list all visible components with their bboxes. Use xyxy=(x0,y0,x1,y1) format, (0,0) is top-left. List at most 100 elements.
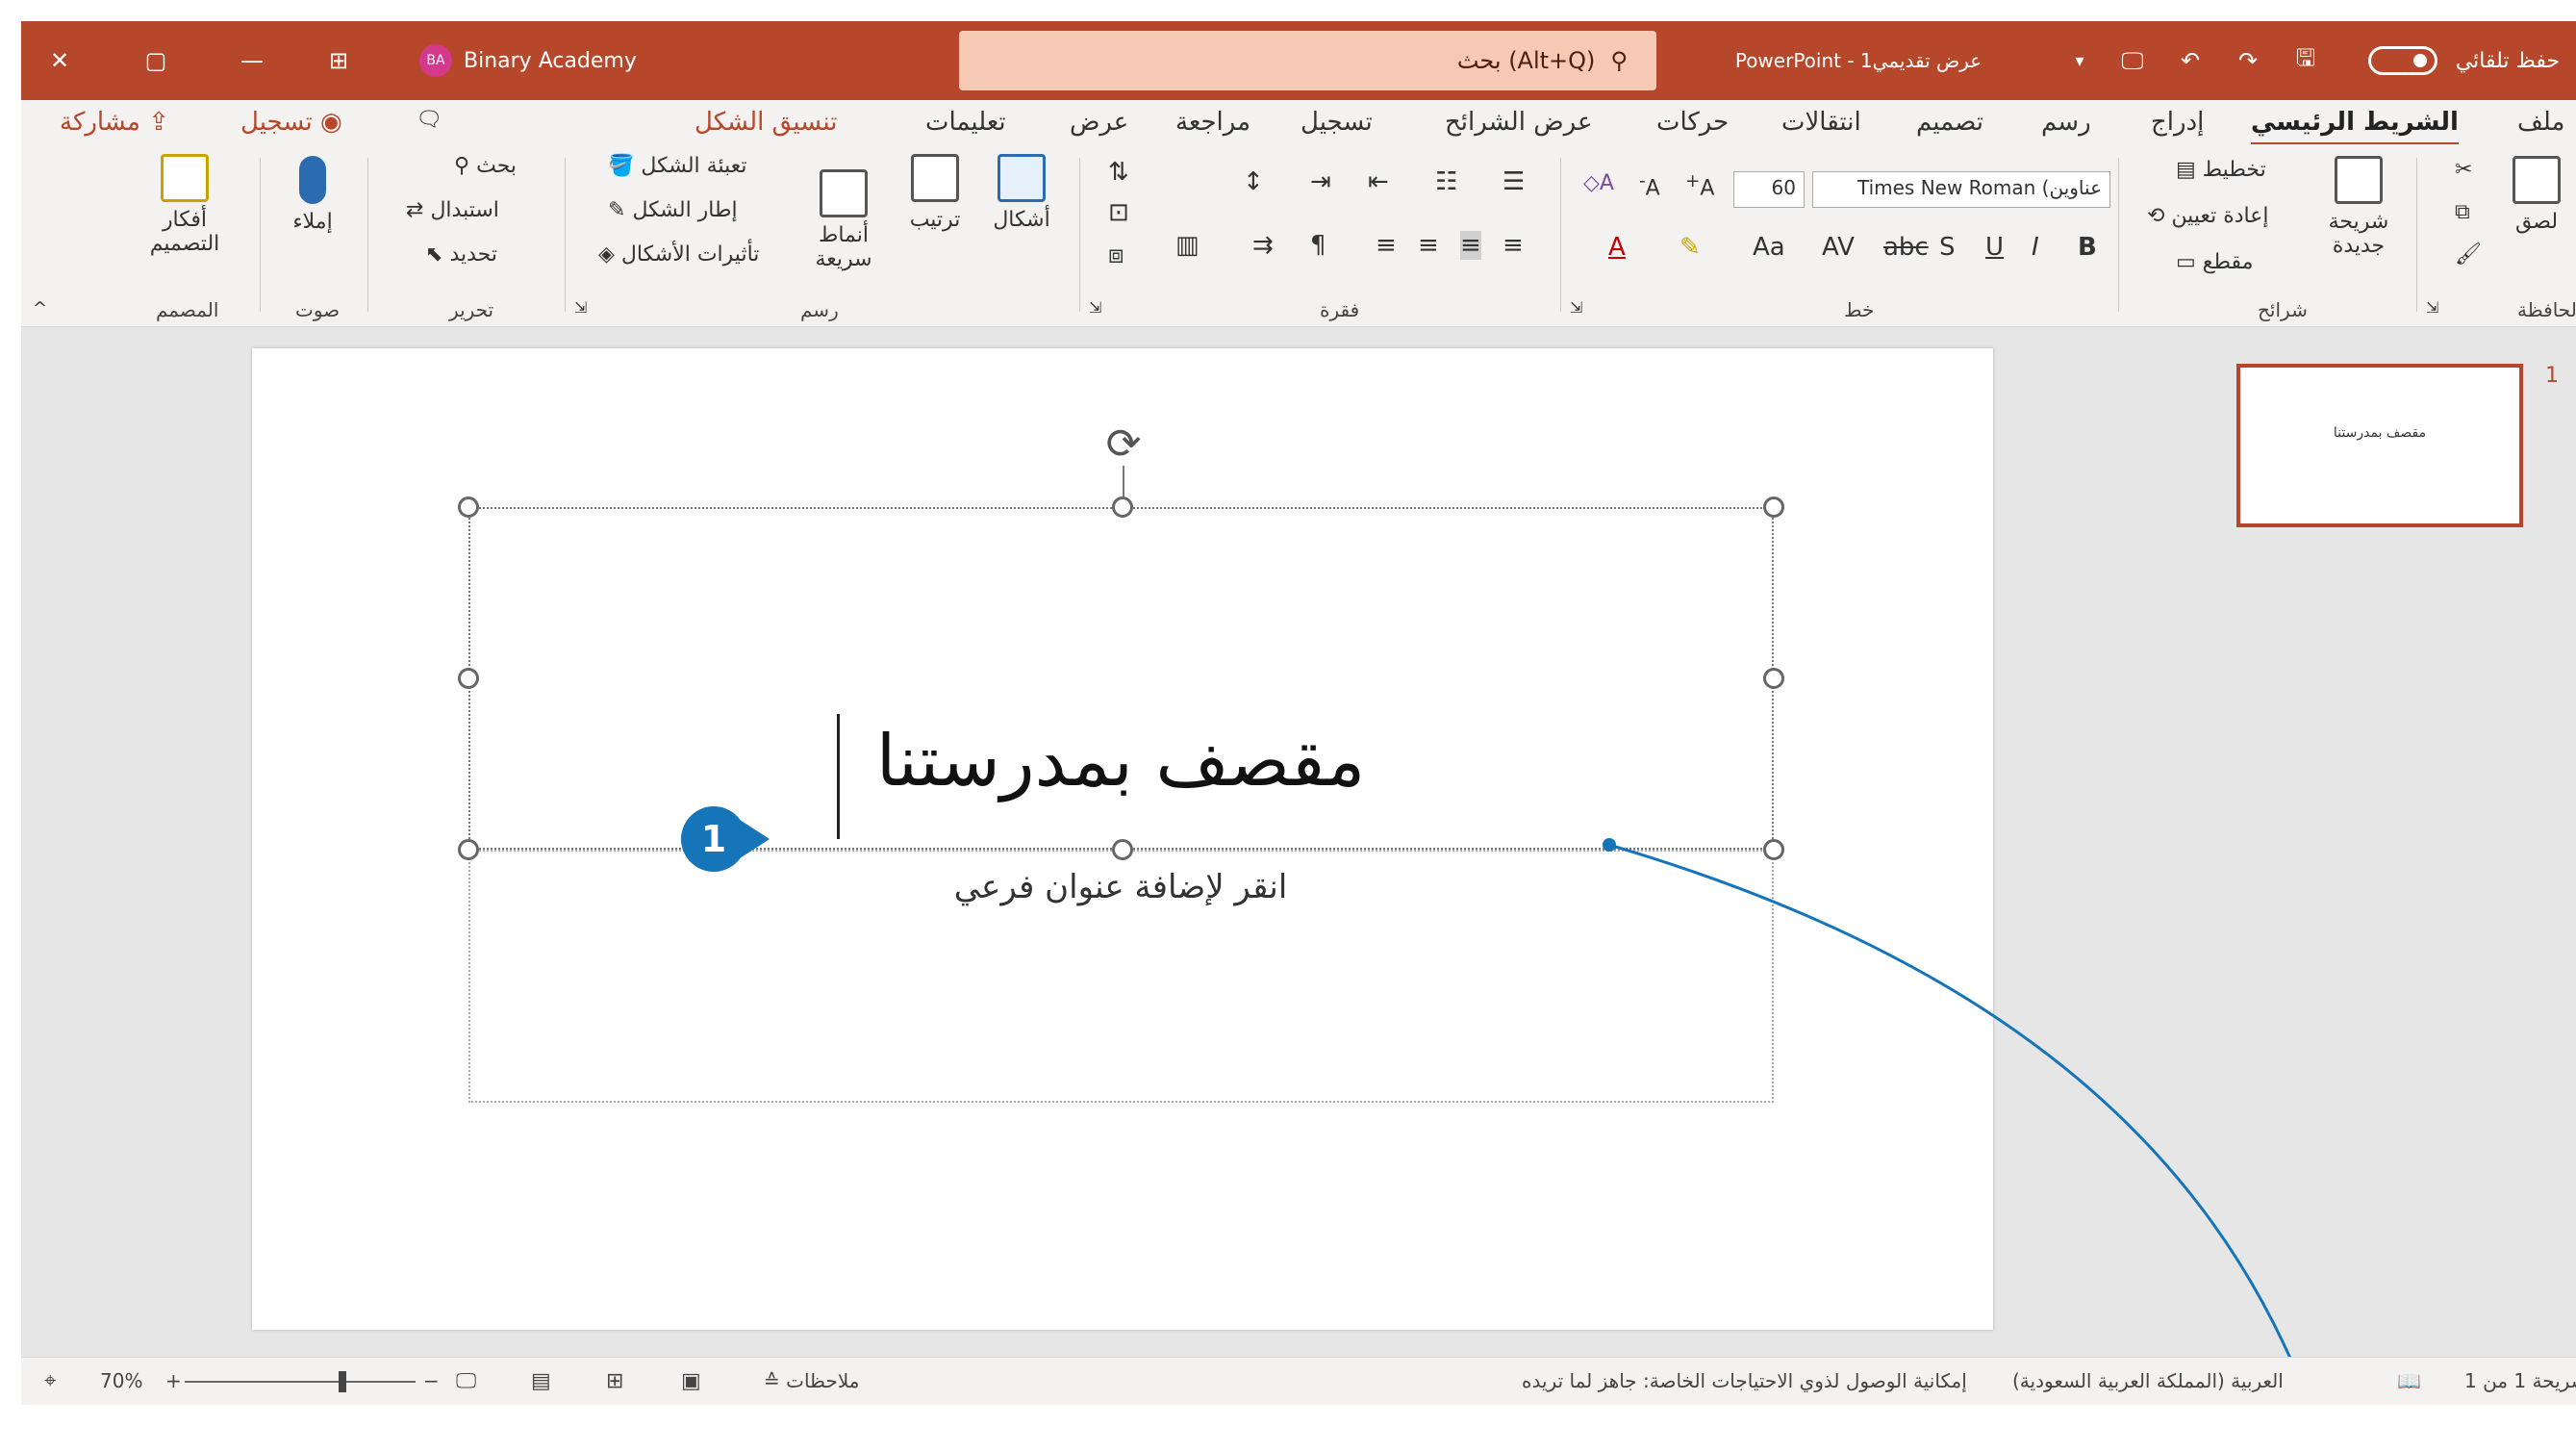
rotate-handle-icon[interactable]: ⟳ xyxy=(1102,423,1145,466)
resize-handle-top-left[interactable] xyxy=(458,497,479,518)
tab-slideshow[interactable]: عرض الشرائح xyxy=(1445,108,1593,146)
undo-icon[interactable]: ↶ xyxy=(2166,21,2214,100)
slide-subtitle-text[interactable]: انقر لإضافة عنوان فرعي xyxy=(481,868,1760,906)
zoom-out-icon[interactable]: − xyxy=(423,1369,440,1392)
notes-button[interactable]: ملاحظات ≙ xyxy=(764,1369,859,1392)
tab-view[interactable]: عرض xyxy=(1070,108,1128,146)
underline-button[interactable]: U xyxy=(1985,233,2004,262)
tab-review[interactable]: مراجعة xyxy=(1175,108,1250,146)
align-left-icon[interactable]: ≡ xyxy=(1418,231,1439,260)
strikethrough-icon[interactable]: abc xyxy=(1883,233,1929,262)
resize-handle-top[interactable] xyxy=(1112,497,1133,518)
slideshow-view-icon[interactable]: 🖵 xyxy=(456,1369,476,1393)
align-center-icon[interactable]: ≡ xyxy=(1460,231,1481,260)
tab-help[interactable]: تعليمات xyxy=(925,108,1006,146)
resize-handle-bottom[interactable] xyxy=(1112,839,1133,860)
zoom-level[interactable]: 70% xyxy=(100,1369,142,1392)
shrink-font-icon[interactable]: A- xyxy=(1639,171,1660,200)
align-text-icon[interactable]: ⊡ xyxy=(1108,198,1129,227)
save-icon[interactable]: 🖫 xyxy=(2282,21,2330,100)
increase-indent-icon[interactable]: ⇥ xyxy=(1310,167,1331,196)
resize-handle-top-right[interactable] xyxy=(1763,497,1784,518)
drawing-launcher-icon[interactable]: ⇲ xyxy=(574,298,587,317)
shadow-button[interactable]: S xyxy=(1939,233,1956,262)
tab-home[interactable]: الشريط الرئيسي xyxy=(2251,108,2459,146)
reading-view-icon[interactable]: ▤ xyxy=(531,1369,551,1393)
font-color-icon[interactable]: A xyxy=(1608,233,1626,262)
slide-sorter-icon[interactable]: ⊞ xyxy=(606,1369,623,1393)
select-button[interactable]: تحديد ⬉ xyxy=(425,242,497,267)
collapse-ribbon-icon[interactable]: ^ xyxy=(33,298,47,318)
resize-handle-right[interactable] xyxy=(1763,668,1784,689)
comments-icon[interactable]: 🗨 xyxy=(416,108,442,146)
find-button[interactable]: بحث ⚲ xyxy=(454,154,517,178)
cut-icon[interactable]: ✂ xyxy=(2455,158,2472,182)
reset-button[interactable]: إعادة تعيين ⟲ xyxy=(2147,204,2268,228)
normal-view-icon[interactable]: ▣ xyxy=(681,1369,701,1393)
line-spacing-icon[interactable]: ↕ xyxy=(1243,167,1264,196)
format-painter-icon[interactable]: 🖌 xyxy=(2455,242,2482,267)
clipboard-launcher-icon[interactable]: ⇲ xyxy=(2426,298,2438,317)
numbering-icon[interactable]: ☷ xyxy=(1435,167,1457,196)
text-direction-icon[interactable]: ⇅ xyxy=(1108,158,1129,187)
tab-transitions[interactable]: انتقالات xyxy=(1781,108,1861,146)
highlight-icon[interactable]: ✎ xyxy=(1679,233,1701,262)
shape-outline-button[interactable]: إطار الشكل ✎ xyxy=(608,198,738,222)
language-indicator[interactable]: العربية (المملكة العربية السعودية) xyxy=(2012,1369,2284,1392)
font-name-select[interactable]: Times New Roman (عناوين xyxy=(1812,171,2110,208)
bold-button[interactable]: B xyxy=(2078,233,2097,262)
new-slide-button[interactable]: شريحة جديدة xyxy=(2311,156,2407,258)
resize-handle-bottom-right[interactable] xyxy=(1763,839,1784,860)
paste-button[interactable]: لصق xyxy=(2503,156,2570,234)
tab-file[interactable]: ملف xyxy=(2517,108,2564,146)
fit-to-window-icon[interactable]: ⌖ xyxy=(44,1369,56,1393)
rtl-direction-icon[interactable]: ¶ xyxy=(1310,231,1326,260)
copy-icon[interactable]: ⧉ xyxy=(2455,200,2470,224)
layout-button[interactable]: تخطيط ▤ xyxy=(2176,158,2266,182)
tab-animations[interactable]: حركات xyxy=(1656,108,1729,146)
tab-insert[interactable]: إدراج xyxy=(2151,108,2204,146)
quick-styles-button[interactable]: أنماط سريعة xyxy=(800,169,887,271)
clear-format-icon[interactable]: A◇ xyxy=(1583,171,1614,195)
avatar[interactable]: BA xyxy=(419,44,452,77)
align-right-icon[interactable]: ≡ xyxy=(1503,231,1524,260)
tab-design[interactable]: تصميم xyxy=(1916,108,1983,146)
slide-title-text[interactable]: مقصف بمدرستنا xyxy=(481,720,1760,802)
justify-icon[interactable]: ≡ xyxy=(1376,231,1397,260)
design-ideas-button[interactable]: أفكار التصميم xyxy=(137,154,233,256)
ribbon-display-icon[interactable]: ⊞ xyxy=(310,21,367,100)
section-button[interactable]: مقطع ▭ xyxy=(2176,250,2253,274)
resize-handle-bottom-left[interactable] xyxy=(458,839,479,860)
slide-thumbnail[interactable]: مقصف بمدرستنا xyxy=(2236,364,2523,527)
close-icon[interactable]: ✕ xyxy=(31,21,88,100)
font-size-select[interactable]: 60 xyxy=(1733,171,1805,208)
maximize-icon[interactable]: ▢ xyxy=(127,21,185,100)
customize-toolbar-icon[interactable]: ▾ xyxy=(2060,21,2099,100)
replace-button[interactable]: استبدال ⇄ xyxy=(406,198,499,222)
present-icon[interactable]: 🖵 xyxy=(2109,21,2157,100)
autosave-toggle[interactable] xyxy=(2368,46,2437,75)
share-button[interactable]: ⇪ مشاركة xyxy=(60,108,169,146)
search-box[interactable]: بحث (Alt+Q) ⚲ xyxy=(959,31,1656,90)
bullets-icon[interactable]: ☰ xyxy=(1503,167,1525,196)
shape-fill-button[interactable]: تعبئة الشكل 🪣 xyxy=(608,154,746,178)
zoom-in-icon[interactable]: + xyxy=(165,1369,182,1392)
shapes-button[interactable]: أشكال xyxy=(983,154,1060,232)
grow-font-icon[interactable]: A+ xyxy=(1685,171,1714,200)
record-button[interactable]: ◉ تسجيل xyxy=(240,108,342,146)
zoom-slider[interactable] xyxy=(185,1371,416,1392)
smartart-icon[interactable]: ⧈ xyxy=(1108,241,1124,270)
font-launcher-icon[interactable]: ⇲ xyxy=(1570,298,1582,317)
ltr-direction-icon[interactable]: ⇉ xyxy=(1252,231,1274,260)
shape-effects-button[interactable]: تأثيرات الأشكال ◈ xyxy=(598,242,759,267)
tab-record[interactable]: تسجيل xyxy=(1301,108,1373,146)
resize-handle-left[interactable] xyxy=(458,668,479,689)
tab-draw[interactable]: رسم xyxy=(2041,108,2091,146)
char-spacing-icon[interactable]: AV xyxy=(1822,233,1855,262)
zoom-slider-thumb[interactable] xyxy=(339,1371,346,1392)
dictate-button[interactable]: إملاء xyxy=(279,156,346,234)
change-case-button[interactable]: Aa xyxy=(1753,233,1785,262)
minimize-icon[interactable]: — xyxy=(223,21,281,100)
accessibility-status[interactable]: إمكانية الوصول لذوي الاحتياجات الخاصة: ج… xyxy=(1522,1369,1967,1392)
italic-button[interactable]: I xyxy=(2032,233,2039,262)
